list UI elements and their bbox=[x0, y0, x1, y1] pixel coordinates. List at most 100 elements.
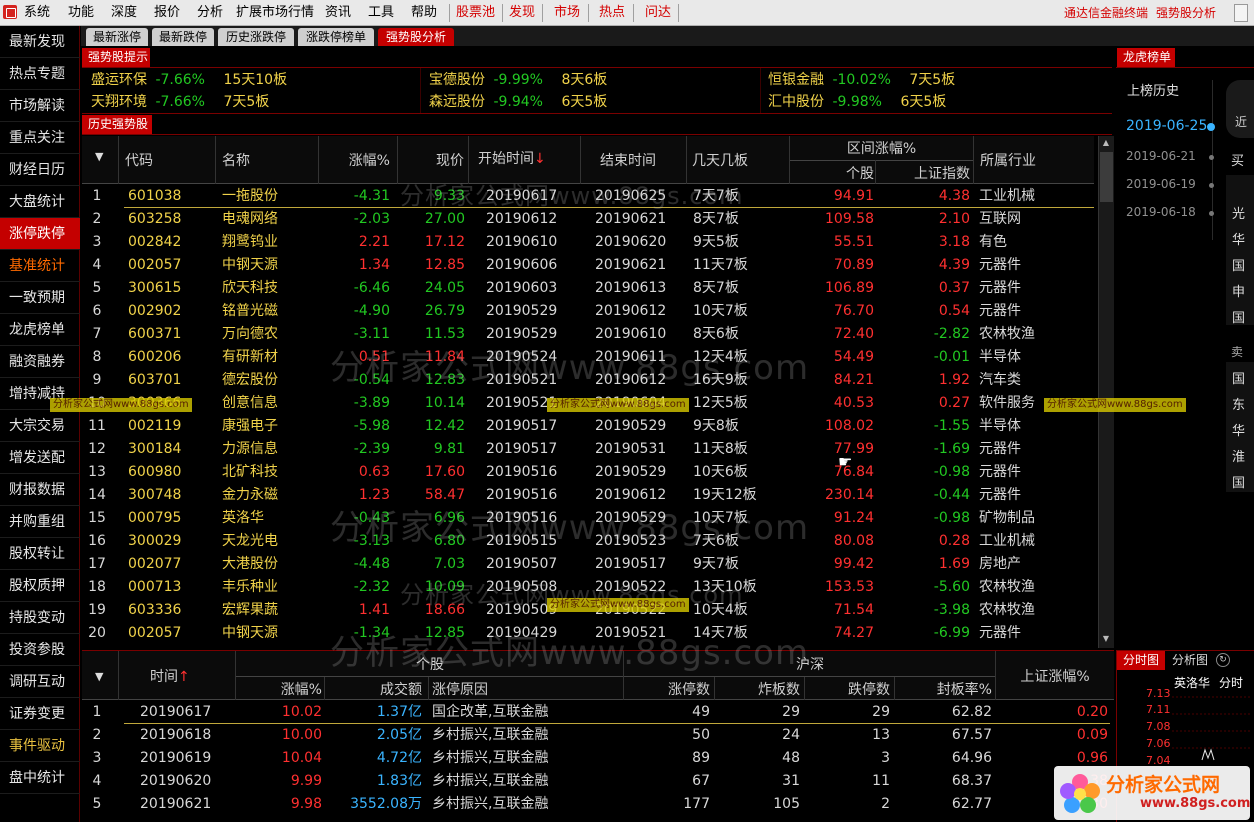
menu-system[interactable]: 系统 bbox=[24, 0, 50, 26]
sidebar-item-shareholding[interactable]: 持股变动 bbox=[0, 602, 80, 634]
dragon-date[interactable]: 2019-06-18 bbox=[1126, 205, 1196, 219]
sidebar-item-research[interactable]: 调研互动 bbox=[0, 666, 80, 698]
menu-analysis[interactable]: 分析 bbox=[197, 0, 223, 26]
table-row[interactable]: 1 20190617 10.02 1.37亿 国企改革,互联金融 49 29 29 62.82 0… bbox=[82, 701, 1114, 724]
col-price[interactable]: 现价 bbox=[420, 150, 464, 170]
tab-latest-limit-up[interactable]: 最新涨停 bbox=[86, 28, 148, 46]
col-days-boards[interactable]: 几天几板 bbox=[692, 150, 762, 170]
quick-discover[interactable]: 发现 bbox=[509, 0, 535, 26]
table-row[interactable]: 17 002077 大港股份 -4.48 7.03 20190507 20190517 9天7… bbox=[82, 553, 1094, 576]
lower-col-limit-up[interactable]: 涨停数 bbox=[624, 679, 710, 699]
lower-col-amount[interactable]: 成交额 bbox=[326, 679, 422, 699]
table-row[interactable]: 11 002119 康强电子 -5.98 12.42 20190517 20190529 9天… bbox=[82, 415, 1094, 438]
history-scrollbar[interactable]: ▲ ▼ bbox=[1098, 136, 1114, 648]
sidebar-item-margin[interactable]: 融资融券 bbox=[0, 346, 80, 378]
sidebar-item-calendar[interactable]: 财经日历 bbox=[0, 154, 80, 186]
table-row[interactable]: 2 603258 电魂网络 -2.03 27.00 20190612 20190621 8天7… bbox=[82, 208, 1094, 231]
scroll-down-icon[interactable]: ▼ bbox=[1101, 634, 1111, 644]
table-row[interactable]: 5 300615 欣天科技 -6.46 24.05 20190603 20190613 8天7… bbox=[82, 277, 1094, 300]
dragon-sell-item[interactable]: 华 bbox=[1232, 420, 1245, 439]
dragon-buy-item[interactable]: 华 bbox=[1232, 229, 1245, 248]
tab-strong-analysis[interactable]: 强势股分析 bbox=[378, 28, 454, 46]
table-row[interactable]: 4201906209.991.83亿乡村振兴,互联金融67311168.372.… bbox=[82, 770, 1114, 793]
dragon-date[interactable]: 2019-06-21 bbox=[1126, 149, 1196, 163]
table-row[interactable]: 5 20190621 9.98 3552.08万 乡村振兴,互联金融 177 105 2 62.… bbox=[82, 793, 1114, 816]
lower-col-change[interactable]: 涨幅% bbox=[236, 679, 322, 699]
sidebar-item-ma[interactable]: 并购重组 bbox=[0, 506, 80, 538]
dragon-sell-item[interactable]: 国 bbox=[1232, 368, 1245, 387]
col-range-index[interactable]: 上证指数 bbox=[880, 163, 970, 183]
lower-col-time[interactable]: 时间↑ bbox=[150, 666, 230, 686]
lower-col-index-change[interactable]: 上证涨幅% bbox=[1000, 666, 1110, 686]
scroll-thumb[interactable] bbox=[1100, 152, 1113, 202]
sidebar-item-intraday[interactable]: 盘中统计 bbox=[0, 762, 80, 794]
lower-col-seal-rate[interactable]: 封板率% bbox=[894, 679, 992, 699]
dragon-sell-item[interactable]: 淮 bbox=[1232, 446, 1245, 465]
sidebar-item-dragon-tiger[interactable]: 龙虎榜单 bbox=[0, 314, 80, 346]
sidebar-item-market-stats[interactable]: 大盘统计 bbox=[0, 186, 80, 218]
strong-item[interactable]: 宝德股份 -9.99% 8天6板 bbox=[429, 70, 607, 90]
sidebar-item-consensus[interactable]: 一致预期 bbox=[0, 282, 80, 314]
table-row[interactable]: 4 002057 中钢天源 1.34 12.85 20190606 20190621 11天7… bbox=[82, 254, 1094, 277]
quick-wenda[interactable]: 问达 bbox=[645, 0, 671, 26]
col-range-stock[interactable]: 个股 bbox=[790, 163, 874, 183]
tab-limit-list[interactable]: 涨跌停榜单 bbox=[298, 28, 374, 46]
strong-item[interactable]: 恒银金融 -10.02% 7天5板 bbox=[768, 70, 955, 90]
sidebar-item-sec-change[interactable]: 证券变更 bbox=[0, 698, 80, 730]
col-name[interactable]: 名称 bbox=[222, 150, 262, 170]
dragon-date[interactable]: 2019-06-25 bbox=[1126, 118, 1207, 134]
sidebar-item-equity-transfer[interactable]: 股权转让 bbox=[0, 538, 80, 570]
table-row[interactable]: 12 300184 力源信息 -2.39 9.81 20190517 20190531 11天… bbox=[82, 438, 1094, 461]
menu-depth[interactable]: 深度 bbox=[111, 0, 137, 26]
lower-column-menu-icon[interactable]: ▼ bbox=[95, 670, 103, 683]
quick-market[interactable]: 市场 bbox=[554, 0, 580, 26]
dragon-sell-item[interactable]: 国 bbox=[1232, 472, 1245, 491]
table-row[interactable]: 3 002842 翔鹭钨业 2.21 17.12 20190610 20190620 9天5板… bbox=[82, 231, 1094, 254]
sidebar-item-placement[interactable]: 增发送配 bbox=[0, 442, 80, 474]
dragon-buy-item[interactable]: 国 bbox=[1232, 307, 1245, 326]
menu-ext-market[interactable]: 扩展市场行情 bbox=[236, 0, 314, 26]
lower-col-reason[interactable]: 涨停原因 bbox=[432, 679, 532, 699]
strong-item[interactable]: 盛运环保 -7.66% 15天10板 bbox=[91, 70, 287, 90]
strong-item[interactable]: 森远股份 -9.94% 6天5板 bbox=[429, 92, 607, 112]
table-row[interactable]: 13 600980 北矿科技 0.63 17.60 20190516 20190529 10天… bbox=[82, 461, 1094, 484]
menu-tools[interactable]: 工具 bbox=[368, 0, 394, 26]
dragon-buy-item[interactable]: 光 bbox=[1232, 203, 1245, 222]
sidebar-item-investment[interactable]: 投资参股 bbox=[0, 634, 80, 666]
menu-function[interactable]: 功能 bbox=[68, 0, 94, 26]
scroll-up-icon[interactable]: ▲ bbox=[1101, 138, 1111, 148]
table-row[interactable]: 6 002902 铭普光磁 -4.90 26.79 20190529 20190612 10天… bbox=[82, 300, 1094, 323]
sidebar-item-block-trade[interactable]: 大宗交易 bbox=[0, 410, 80, 442]
sidebar-item-latest[interactable]: 最新发现 bbox=[0, 26, 80, 58]
strong-item[interactable]: 天翔环境 -7.66% 7天5板 bbox=[91, 92, 269, 112]
quick-hotspot[interactable]: 热点 bbox=[599, 0, 625, 26]
strong-item[interactable]: 汇中股份 -9.98% 6天5板 bbox=[768, 92, 946, 112]
menu-news[interactable]: 资讯 bbox=[325, 0, 351, 26]
sidebar-item-financial[interactable]: 财报数据 bbox=[0, 474, 80, 506]
lower-col-limit-down[interactable]: 跌停数 bbox=[804, 679, 890, 699]
sidebar-item-event-driven[interactable]: 事件驱动 bbox=[0, 730, 80, 762]
sidebar-item-limit-up-down[interactable]: 涨停跌停 bbox=[0, 218, 80, 250]
table-row[interactable]: 3 20190619 10.04 4.72亿 乡村振兴,互联金融 89 48 3 64.96 0.… bbox=[82, 747, 1114, 770]
refresh-icon[interactable]: ↻ bbox=[1216, 653, 1230, 667]
col-code[interactable]: 代码 bbox=[125, 150, 165, 170]
dragon-sell-item[interactable]: 东 bbox=[1232, 394, 1245, 413]
sidebar-item-market-read[interactable]: 市场解读 bbox=[0, 90, 80, 122]
col-industry[interactable]: 所属行业 bbox=[980, 150, 1050, 170]
table-row[interactable]: 2 20190618 10.00 2.05亿 乡村振兴,互联金融 50 24 13 67.57 0… bbox=[82, 724, 1114, 747]
sidebar-item-benchmark[interactable]: 基准统计 bbox=[0, 250, 80, 282]
tab-latest-limit-down[interactable]: 最新跌停 bbox=[152, 28, 214, 46]
column-menu-icon[interactable]: ▼ bbox=[95, 150, 103, 163]
dragon-buy-item[interactable]: 国 bbox=[1232, 255, 1245, 274]
dragon-buy-item[interactable]: 申 bbox=[1232, 281, 1245, 300]
tab-intraday-chart[interactable]: 分时图 bbox=[1117, 651, 1165, 670]
sidebar-item-focus[interactable]: 重点关注 bbox=[0, 122, 80, 154]
col-start-time[interactable]: 开始时间↓ bbox=[478, 148, 568, 168]
sidebar-item-hot-topics[interactable]: 热点专题 bbox=[0, 58, 80, 90]
menu-quote[interactable]: 报价 bbox=[154, 0, 180, 26]
tab-analysis-chart[interactable]: 分析图 bbox=[1167, 651, 1213, 670]
col-end-time[interactable]: 结束时间 bbox=[600, 150, 670, 170]
quick-stock-pool[interactable]: 股票池 bbox=[456, 0, 495, 26]
col-change[interactable]: 涨幅% bbox=[330, 150, 390, 170]
dragon-date[interactable]: 2019-06-19 bbox=[1126, 177, 1196, 191]
